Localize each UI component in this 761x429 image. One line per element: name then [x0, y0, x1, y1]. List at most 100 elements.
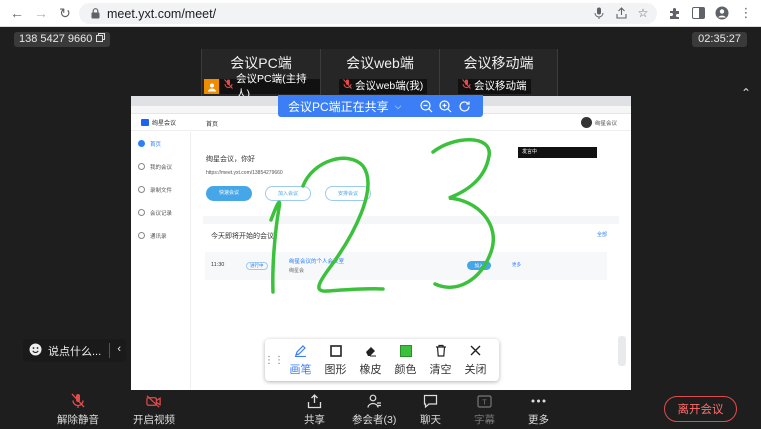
meeting-number-badge[interactable]: 138 5427 9660 [14, 32, 111, 47]
mic-muted-icon [462, 79, 471, 94]
tool-label: 关闭 [464, 363, 487, 376]
participants-button[interactable]: 参会者(3) [352, 393, 396, 427]
browser-menu-icon[interactable]: ⋮ [737, 4, 755, 22]
chat-divider [109, 343, 110, 358]
chat-input-pill[interactable]: 说点什么... ‹ [23, 339, 126, 362]
participant-name: 会议移动端 [463, 55, 534, 71]
tool-clear[interactable]: 清空 [423, 339, 458, 381]
more-dots-icon [531, 393, 547, 409]
chat-label: 聊天 [420, 414, 441, 426]
zoom-in-icon[interactable] [438, 99, 452, 113]
shared-sidebar-label: 会议记录 [150, 210, 173, 217]
participant-tile[interactable]: 会议移动端 会议移动端 [439, 49, 558, 96]
shared-divider [203, 216, 619, 224]
sidepanel-icon[interactable] [689, 4, 707, 22]
participant-name: 会议web端 [346, 55, 414, 71]
chevron-up-icon[interactable]: ⌃ [741, 86, 751, 100]
start-video-label: 开启视频 [133, 414, 175, 426]
meeting-controls: 解除静音 开启视频 共享 参会者(3) 聊天 T 字幕 更多 离开会议 [0, 390, 761, 429]
shared-app-logo: 绚星会议 [141, 118, 176, 127]
start-video-button[interactable]: 开启视频 [133, 393, 175, 427]
contacts-icon [138, 232, 145, 239]
subtitles-button[interactable]: T 字幕 [474, 393, 495, 427]
chevron-down-icon[interactable]: ⌵ [395, 101, 402, 112]
sharing-banner[interactable]: 会议PC端正在共享 ⌵ [278, 95, 483, 117]
shared-scroll-widget [618, 336, 626, 366]
url-text[interactable]: meet.yxt.com/meet/ [107, 7, 216, 21]
shared-meeting-link: https://meet.yxt.com/13854279660 [206, 170, 283, 176]
reload-icon[interactable]: ↻ [54, 2, 76, 24]
participant-tag-label: 会议web端(我) [355, 80, 424, 92]
forward-icon[interactable]: → [30, 2, 52, 24]
more-label: 更多 [528, 414, 549, 426]
browser-toolbar: ← → ↻ meet.yxt.com/meet/ ☆ ⋮ [0, 0, 761, 27]
lock-icon[interactable] [89, 8, 101, 20]
trash-icon [434, 344, 448, 358]
shared-row-title: 绚星会议的个人会议室 [289, 259, 345, 265]
profile-icon[interactable] [713, 4, 731, 22]
shared-row-join: 加入 [467, 261, 491, 270]
meeting-topbar: 138 5427 9660 02:35:27 [0, 27, 761, 49]
shared-row-time: 11:30 [211, 262, 225, 268]
more-button[interactable]: 更多 [528, 393, 549, 427]
mic-muted-icon [224, 79, 233, 94]
tool-shape[interactable]: 图形 [318, 339, 353, 381]
drag-handle-icon[interactable]: ⋮⋮ [264, 355, 284, 366]
shared-sidebar-label: 我的会议 [150, 164, 173, 171]
close-icon [469, 344, 483, 358]
chat-icon [423, 393, 439, 409]
shared-brand: 绚星会议 [152, 121, 177, 127]
square-icon [329, 344, 343, 358]
subtitles-icon: T [477, 393, 493, 409]
participant-tag-label: 会议移动端 [474, 80, 527, 92]
record-icon [138, 186, 145, 193]
share-button[interactable]: 共享 [304, 393, 325, 427]
tool-pen[interactable]: 画笔 [283, 339, 318, 381]
shared-sidebar-label: 录制文件 [150, 187, 173, 194]
pen-icon [294, 344, 308, 358]
home-icon [138, 140, 145, 147]
tool-label: 颜色 [394, 363, 417, 376]
shared-sidebar-item: 会议记录 [131, 201, 190, 224]
subtitles-label: 字幕 [474, 414, 495, 426]
avatar [580, 117, 592, 128]
copy-icon[interactable] [96, 32, 106, 47]
address-bar[interactable]: meet.yxt.com/meet/ ☆ [79, 3, 657, 24]
reset-zoom-icon[interactable] [457, 99, 471, 113]
participant-name: 会议PC端 [230, 55, 292, 71]
back-icon[interactable]: ← [6, 2, 28, 24]
zoom-out-icon[interactable] [419, 99, 433, 113]
tool-label: 橡皮 [359, 363, 382, 376]
chevron-left-icon[interactable]: ‹ [117, 343, 121, 355]
extensions-icon[interactable] [665, 4, 683, 22]
shared-sidebar: 首页 我的会议 录制文件 会议记录 通讯录 [131, 132, 191, 390]
share-screen-icon [307, 393, 323, 409]
tool-eraser[interactable]: 橡皮 [353, 339, 388, 381]
status-badge: 进行中 [246, 262, 268, 270]
participant-tile[interactable]: 会议web端 会议web端(我) [320, 49, 439, 96]
chat-placeholder[interactable]: 说点什么... [48, 343, 101, 359]
logo-icon [141, 119, 149, 126]
emoji-icon[interactable] [29, 343, 42, 359]
microphone-icon[interactable] [591, 5, 607, 21]
tool-close[interactable]: 关闭 [458, 339, 493, 381]
participants-icon [366, 393, 382, 409]
bookmark-star-icon[interactable]: ☆ [635, 5, 651, 21]
mic-muted-icon [70, 393, 86, 409]
chat-button[interactable]: 聊天 [420, 393, 441, 427]
history-icon [138, 209, 145, 216]
participant-tag: 会议PC端(主持人) [220, 73, 320, 100]
share-page-icon[interactable] [613, 5, 629, 21]
host-badge-icon [204, 79, 219, 94]
leave-meeting-button[interactable]: 离开会议 [664, 396, 737, 422]
participants-label: 参会者(3) [352, 414, 397, 426]
shared-sidebar-label: 通讯录 [150, 233, 167, 240]
shared-schedule-meeting-button: 安排会议 [325, 186, 371, 201]
tool-color[interactable]: 颜色 [388, 339, 423, 381]
unmute-button[interactable]: 解除静音 [57, 393, 99, 427]
participant-tile[interactable]: 会议PC端 会议PC端(主持人) [201, 49, 320, 100]
shared-row-host: 绚星会 [289, 268, 305, 274]
shared-quick-meeting-button: 快速会议 [206, 186, 252, 201]
shared-today-heading: 今天即将开始的会议 [211, 233, 274, 240]
shared-sidebar-item: 通讯录 [131, 224, 190, 247]
